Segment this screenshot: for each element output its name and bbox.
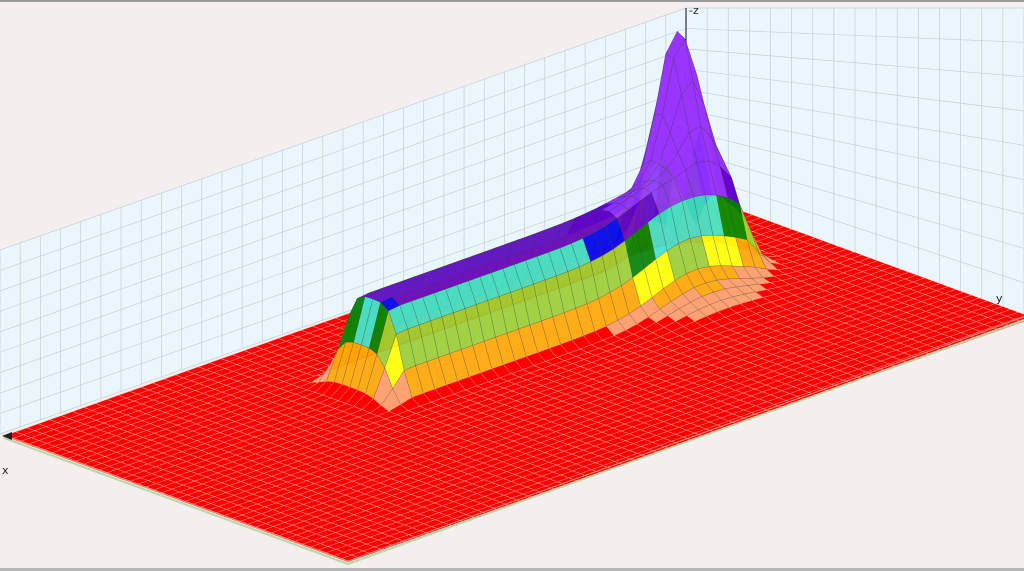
surface-plot-canvas[interactable] <box>0 2 1024 568</box>
3d-plot-viewport[interactable]: -z y x <box>0 0 1024 571</box>
z-axis-label: -z <box>689 4 699 17</box>
x-axis-label: x <box>2 464 9 477</box>
y-axis-label: y <box>996 292 1003 305</box>
